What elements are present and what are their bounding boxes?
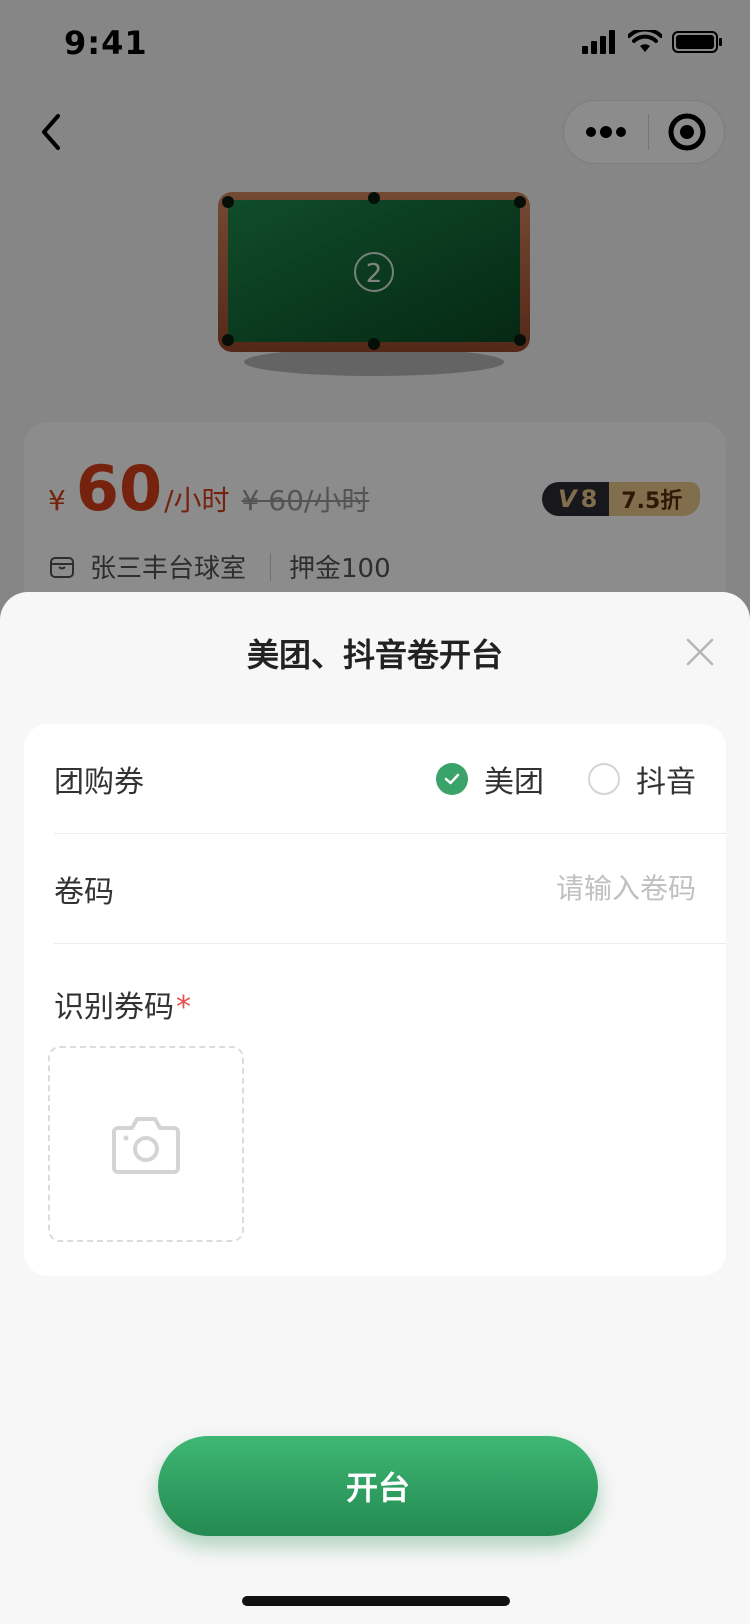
- voucher-type-row: 团购券 美团 抖音: [54, 724, 726, 834]
- open-table-button[interactable]: 开台: [158, 1436, 598, 1536]
- voucher-type-label: 团购券: [54, 764, 144, 800]
- code-row: 卷码: [54, 834, 726, 944]
- scan-code-label: 识别券码*: [54, 990, 191, 1025]
- sheet-title: 美团、抖音卷开台: [246, 636, 503, 674]
- photo-upload-box[interactable]: [48, 1046, 244, 1242]
- voucher-form-card: 团购券 美团 抖音 卷码 识别券码*: [24, 724, 726, 1276]
- voucher-radio-group: 美团 抖音: [392, 757, 696, 801]
- radio-label-douyin: 抖音: [636, 764, 696, 800]
- radio-unchecked-icon: [588, 762, 620, 795]
- code-label: 卷码: [54, 874, 114, 910]
- radio-label-meituan: 美团: [484, 764, 544, 800]
- close-icon: [686, 638, 714, 666]
- radio-checked-icon: [436, 762, 468, 795]
- home-indicator: [242, 1596, 510, 1606]
- close-button[interactable]: [680, 632, 720, 672]
- radio-douyin[interactable]: 抖音: [588, 757, 696, 801]
- radio-meituan[interactable]: 美团: [436, 757, 544, 801]
- required-mark: *: [176, 990, 191, 1025]
- code-input[interactable]: [336, 872, 696, 905]
- camera-icon: [112, 1117, 180, 1174]
